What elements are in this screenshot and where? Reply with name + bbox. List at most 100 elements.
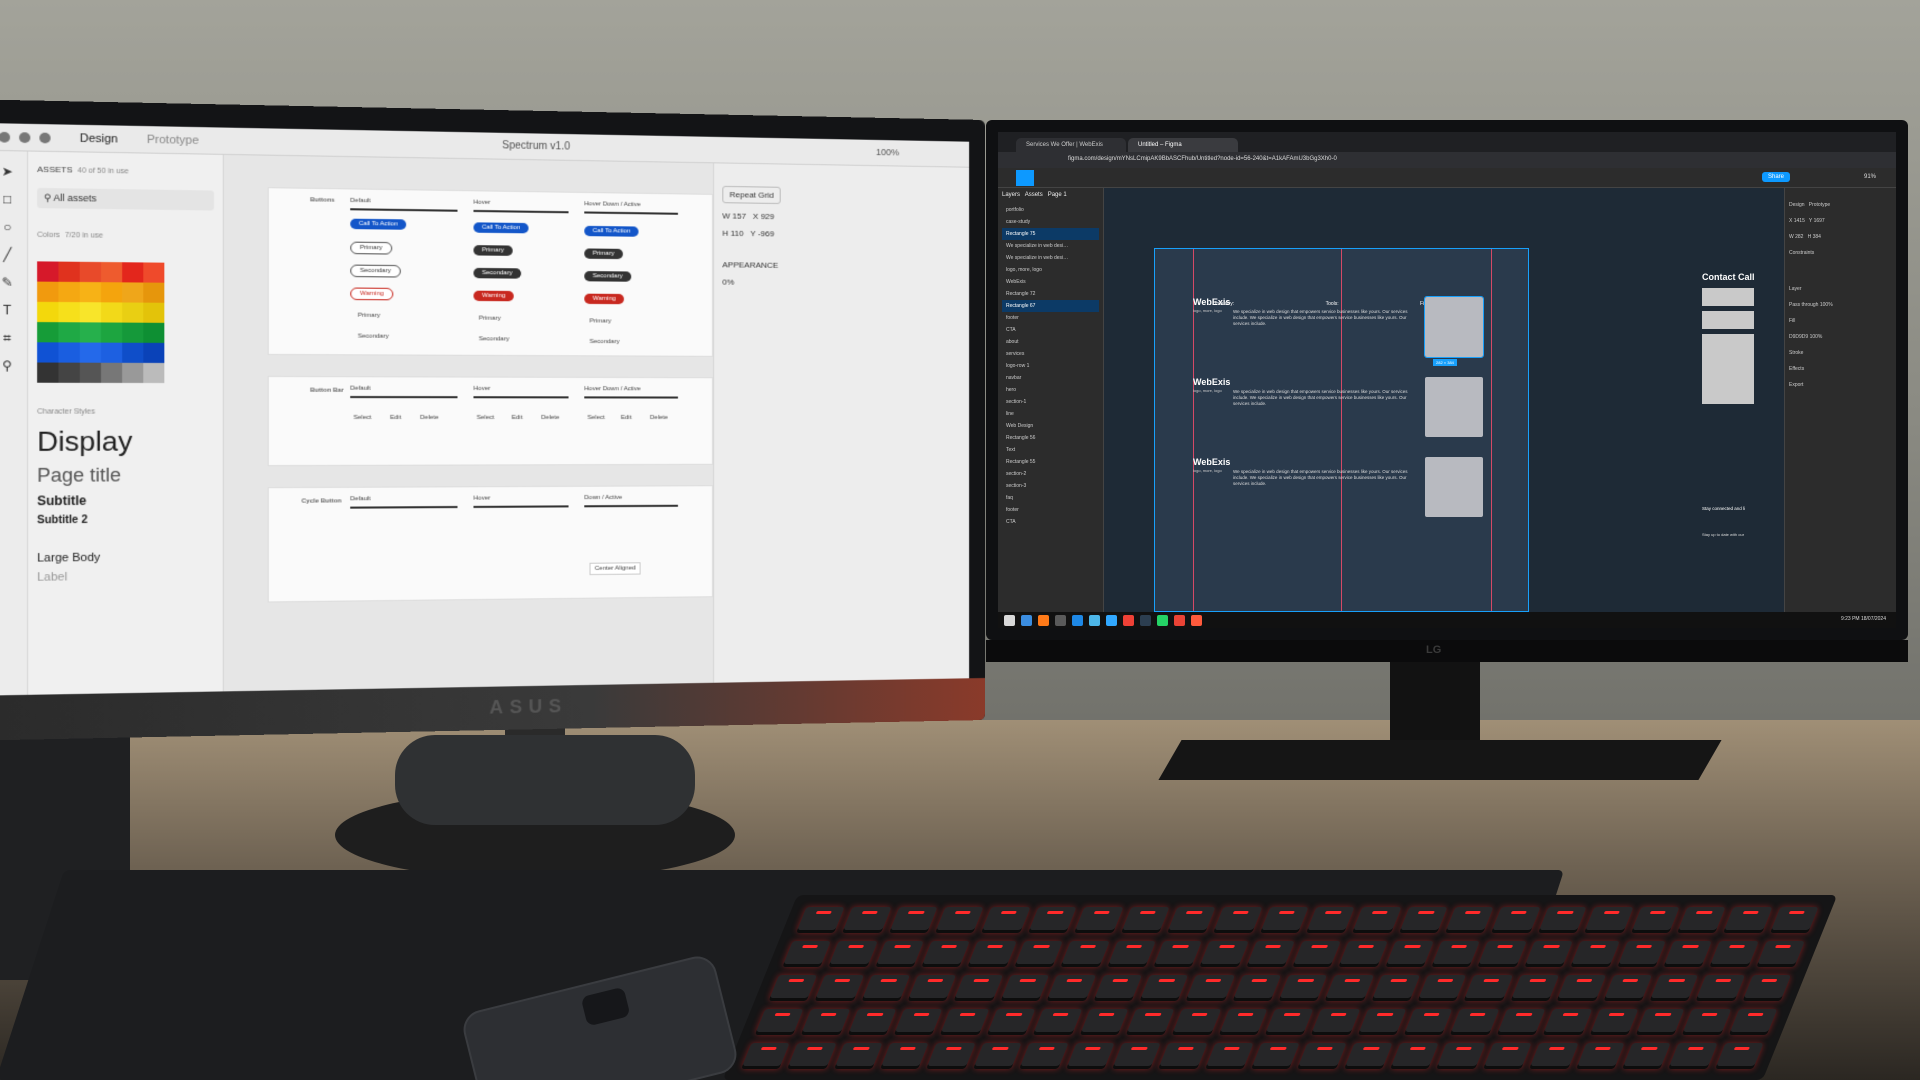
tab-design-figma[interactable]: Design [1789,202,1805,208]
case-card-2[interactable]: WebExis logo, more, logo We specialize i… [1193,377,1493,445]
taskbar-app-icon[interactable] [1191,615,1202,626]
layer-item[interactable]: case-study [1002,216,1099,228]
layer-item[interactable]: section-2 [1002,468,1099,480]
bb-select[interactable]: Select [353,415,371,421]
layer-item[interactable]: portfolio [1002,204,1099,216]
warning-button-default[interactable]: Warning [350,288,393,301]
layer-item[interactable]: navbar [1002,372,1099,384]
card-image[interactable] [1425,377,1483,437]
layer-item[interactable]: Web Design [1002,420,1099,432]
layer-item[interactable]: CTA [1002,324,1099,336]
primary-button-active[interactable]: Primary [584,248,622,259]
color-swatch[interactable] [101,343,122,363]
layer-item[interactable]: faq [1002,492,1099,504]
color-swatch[interactable] [80,363,101,383]
color-swatch[interactable] [80,342,101,362]
window-close-dot[interactable] [0,131,10,142]
style-subtitle[interactable]: Subtitle [37,493,214,509]
select-tool-icon[interactable]: ➤ [0,164,15,179]
taskbar-app-icon[interactable] [1123,615,1134,626]
color-swatch[interactable] [80,302,101,322]
cycle-artboard[interactable]: Cycle Button Default Hover Down / Active… [268,485,713,602]
color-swatch[interactable] [122,282,143,302]
export-label[interactable]: Export [1789,382,1892,388]
tab-assets[interactable]: Assets [1025,192,1043,198]
taskbar-app-icon[interactable] [1174,615,1185,626]
style-subtitle-2[interactable]: Subtitle 2 [37,514,214,527]
bb-select-hover[interactable]: Select [477,415,495,421]
bb-select-active[interactable]: Select [587,415,604,421]
address-bar[interactable]: figma.com/design/mYNsLCmipAK9BbASCFhub/U… [998,152,1896,168]
quiet-primary-default[interactable]: Primary [358,313,380,319]
layer-item[interactable]: section-1 [1002,396,1099,408]
taskbar-app-icon[interactable] [1072,615,1083,626]
style-label[interactable]: Label [37,569,214,583]
tab-prototype-figma[interactable]: Prototype [1809,202,1830,208]
h-field[interactable]: 110 [731,229,744,238]
color-swatch[interactable] [80,262,101,282]
layer-item[interactable]: footer [1002,504,1099,516]
color-swatch[interactable] [58,262,79,282]
ellipse-tool-icon[interactable]: ○ [0,219,15,234]
zoom-level[interactable]: 100% [876,147,899,157]
move-tool-icon[interactable] [1016,170,1034,186]
color-swatch[interactable] [122,343,143,363]
taskbar-app-icon[interactable] [1055,615,1066,626]
frame-x[interactable]: 1415 [1794,218,1805,224]
opacity-field[interactable]: 0% [722,277,961,288]
layer-item[interactable]: section-3 [1002,480,1099,492]
taskbar-app-icon[interactable] [1089,615,1100,626]
secondary-button-active[interactable]: Secondary [584,271,631,282]
window-maximize-dot[interactable] [39,132,50,143]
buttons-artboard[interactable]: Buttons Default Hover Hover Down / Activ… [268,187,713,357]
color-swatch[interactable] [101,302,122,322]
figma-canvas[interactable]: Industry: Tools: Filter WebExis logo, mo… [1104,188,1784,612]
page-selector[interactable]: Page 1 [1048,192,1067,198]
color-swatch[interactable] [122,363,143,383]
x-field[interactable]: 929 [761,212,775,221]
layer-item[interactable]: Text [1002,444,1099,456]
color-swatch[interactable] [101,282,122,302]
quiet-secondary-default[interactable]: Secondary [358,333,389,339]
repeat-grid-button[interactable]: Repeat Grid [722,186,781,204]
warning-button-active[interactable]: Warning [584,294,624,305]
color-swatch[interactable] [58,302,79,322]
layer-item[interactable]: Rectangle 56 [1002,432,1099,444]
blend-mode[interactable]: Pass through [1789,302,1818,308]
window-minimize-dot[interactable] [19,132,30,143]
bb-edit[interactable]: Edit [390,415,401,421]
color-swatch[interactable] [143,323,164,343]
bb-edit-active[interactable]: Edit [621,415,632,421]
color-swatch[interactable] [58,322,79,342]
color-swatch[interactable] [101,262,122,282]
color-swatch[interactable] [37,261,58,281]
effects-label[interactable]: Effects [1789,366,1892,372]
color-swatch[interactable] [143,283,164,303]
color-swatch[interactable] [80,282,101,302]
taskbar-app-icon[interactable] [1021,615,1032,626]
layer-item[interactable]: hero [1002,384,1099,396]
card-image[interactable] [1425,457,1483,517]
layer-item[interactable]: Rectangle 72 [1002,288,1099,300]
fill-opacity[interactable]: 100% [1810,334,1823,340]
layer-item[interactable]: We specialize in web desi… [1002,240,1099,252]
color-swatch[interactable] [37,322,58,342]
artboard-tool-icon[interactable]: ⌗ [0,330,15,345]
color-swatch[interactable] [143,343,164,363]
layer-opacity[interactable]: 100% [1820,302,1833,308]
style-page-title[interactable]: Page title [37,464,214,487]
quiet-primary-hover[interactable]: Primary [479,316,501,322]
frame-w[interactable]: 282 [1795,234,1803,240]
tab-prototype[interactable]: Prototype [147,133,199,147]
color-swatch[interactable] [143,363,164,383]
bb-delete-active[interactable]: Delete [650,415,668,421]
color-swatch[interactable] [58,363,79,383]
cta-button-hover[interactable]: Call To Action [473,222,528,233]
fill-hex[interactable]: D9D9D9 [1789,334,1808,340]
color-swatch[interactable] [143,262,164,282]
color-swatch[interactable] [122,323,143,343]
design-canvas[interactable]: Buttons Default Hover Hover Down / Activ… [224,155,713,694]
quiet-primary-active[interactable]: Primary [590,318,612,324]
layer-item[interactable]: CTA [1002,516,1099,528]
tab-layers[interactable]: Layers [1002,192,1020,198]
